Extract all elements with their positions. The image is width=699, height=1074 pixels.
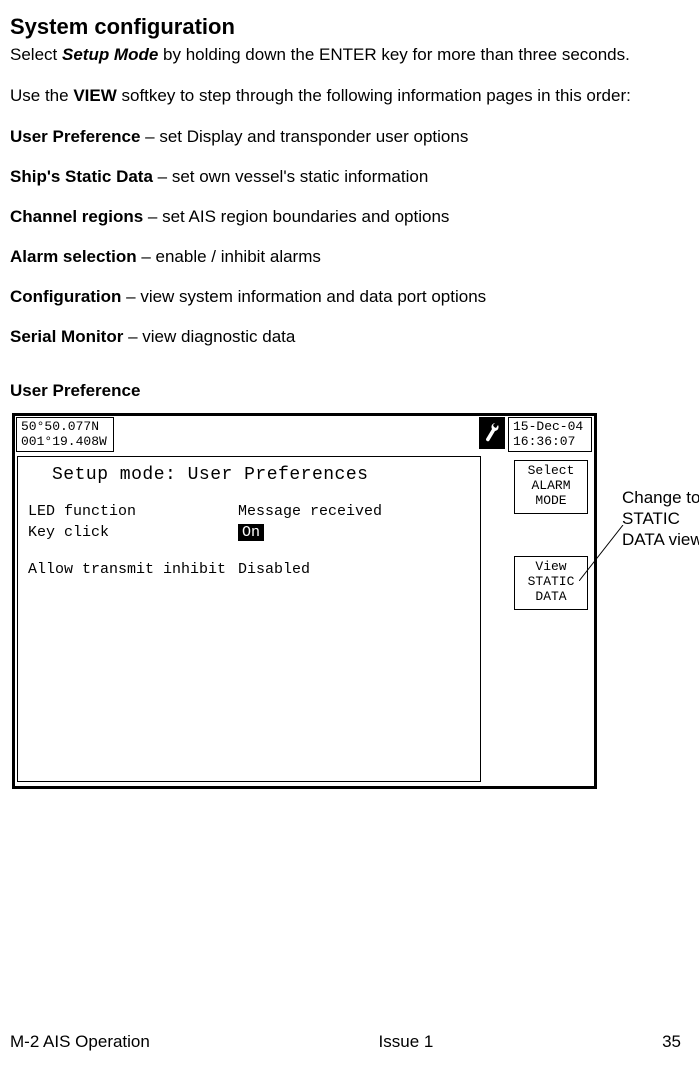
intro-paragraph-2: Use the VIEW softkey to step through the… [10, 85, 689, 106]
text: by holding down the ENTER key for more t… [158, 45, 630, 64]
figure-area: 50°50.077N 001°19.408W 15-Dec-04 16:36:0… [12, 413, 692, 789]
panel-title: Setup mode: User Preferences [52, 465, 470, 485]
selected-value: On [238, 524, 264, 541]
softkey-select-alarm-mode[interactable]: Select ALARM MODE [514, 460, 588, 514]
item-label: Channel regions [10, 207, 143, 226]
list-item: Serial Monitor – view diagnostic data [10, 327, 689, 347]
device-screen: 50°50.077N 001°19.408W 15-Dec-04 16:36:0… [12, 413, 597, 789]
intro-paragraph-1: Select Setup Mode by holding down the EN… [10, 44, 689, 65]
item-desc: – set AIS region boundaries and options [143, 207, 449, 226]
softkey-view-static-data[interactable]: View STATIC DATA [514, 556, 588, 610]
setting-value: Disabled [238, 559, 310, 580]
softkey-line: STATIC [528, 575, 575, 590]
datetime-box: 15-Dec-04 16:36:07 [508, 417, 592, 452]
time: 16:36:07 [513, 434, 587, 450]
main-panel: Setup mode: User Preferences LED functio… [17, 456, 481, 782]
page-heading: System configuration [10, 14, 689, 40]
page-footer: M-2 AIS Operation Issue 1 35 [10, 1032, 681, 1052]
softkey-line: View [535, 560, 566, 575]
softkey-line: DATA [535, 590, 566, 605]
item-label: Alarm selection [10, 247, 137, 266]
setting-label: Key click [28, 522, 238, 543]
item-desc: – set own vessel's static information [153, 167, 428, 186]
setting-label: LED function [28, 501, 238, 522]
annotation: Change to STATIC DATA view [622, 487, 699, 551]
setting-row: Key click On [28, 522, 470, 543]
longitude: 001°19.408W [21, 434, 109, 450]
list-item: Ship's Static Data – set own vessel's st… [10, 167, 689, 187]
list-item: Configuration – view system information … [10, 287, 689, 307]
date: 15-Dec-04 [513, 419, 587, 435]
list-item: User Preference – set Display and transp… [10, 127, 689, 147]
softkey-line: ALARM [531, 479, 570, 494]
softkey-line: Select [528, 464, 575, 479]
text: Select [10, 45, 62, 64]
setting-value: Message received [238, 501, 382, 522]
wrench-icon [479, 417, 505, 449]
list-item: Alarm selection – enable / inhibit alarm… [10, 247, 689, 267]
item-label: User Preference [10, 127, 140, 146]
item-desc: – view diagnostic data [123, 327, 295, 346]
setup-mode-label: Setup Mode [62, 45, 158, 64]
setting-label: Allow transmit inhibit [28, 559, 238, 580]
status-bar: 50°50.077N 001°19.408W 15-Dec-04 16:36:0… [15, 416, 594, 452]
list-item: Channel regions – set AIS region boundar… [10, 207, 689, 227]
item-desc: – set Display and transponder user optio… [140, 127, 468, 146]
softkey-line: MODE [535, 494, 566, 509]
item-desc: – view system information and data port … [121, 287, 486, 306]
item-label: Configuration [10, 287, 121, 306]
setting-value[interactable]: On [238, 522, 264, 543]
latitude: 50°50.077N [21, 419, 109, 435]
footer-center: Issue 1 [379, 1032, 434, 1052]
coordinates-box: 50°50.077N 001°19.408W [16, 417, 114, 452]
item-desc: – enable / inhibit alarms [137, 247, 321, 266]
footer-left: M-2 AIS Operation [10, 1032, 150, 1052]
item-label: Ship's Static Data [10, 167, 153, 186]
item-label: Serial Monitor [10, 327, 123, 346]
setting-row: LED function Message received [28, 501, 470, 522]
view-softkey-label: VIEW [73, 86, 116, 105]
setting-row: Allow transmit inhibit Disabled [28, 559, 470, 580]
text: Use the [10, 86, 73, 105]
footer-right: 35 [662, 1032, 681, 1052]
section-title: User Preference [10, 381, 689, 401]
text: softkey to step through the following in… [117, 86, 631, 105]
